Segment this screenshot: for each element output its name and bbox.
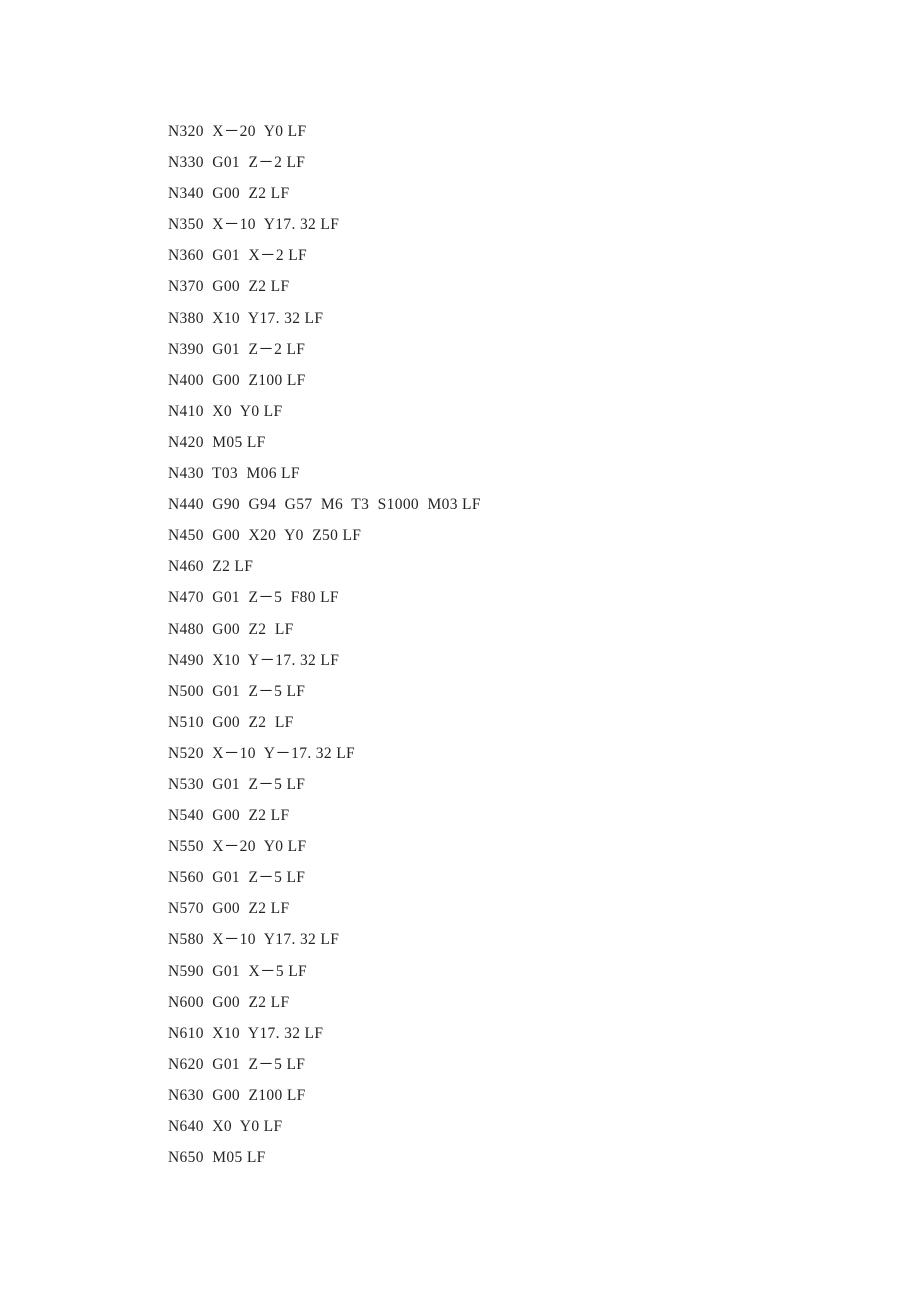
gcode-line: N380 X10 Y17. 32 LF	[168, 309, 324, 327]
gcode-line: N570 G00 Z2 LF	[168, 900, 290, 918]
gcode-line: N520 X－10 Y－17. 32 LF	[168, 744, 356, 762]
gcode-line: N490 X10 Y－17. 32 LF	[168, 651, 340, 669]
gcode-line: N340 G00 Z2 LF	[168, 185, 290, 203]
gcode-line: N330 G01 Z－2 LF	[168, 154, 306, 172]
gcode-line: N410 X0 Y0 LF	[168, 402, 283, 420]
gcode-line: N630 G00 Z100 LF	[168, 1086, 306, 1104]
gcode-line: N650 M05 LF	[168, 1149, 266, 1167]
gcode-line: N550 X－20 Y0 LF	[168, 838, 307, 856]
gcode-line: N460 Z2 LF	[168, 558, 254, 576]
gcode-line: N560 G01 Z－5 LF	[168, 869, 306, 887]
gcode-line: N580 X－10 Y17. 32 LF	[168, 931, 340, 949]
document-page: N320 X－20 Y0 LF N330 G01 Z－2 LF N340 G00 Z…	[0, 0, 920, 1302]
gcode-line: N390 G01 Z－2 LF	[168, 340, 306, 358]
gcode-line: N440 G90 G94 G57 M6 T3 S1000 M03 LF	[168, 496, 481, 514]
gcode-line: N610 X10 Y17. 32 LF	[168, 1024, 324, 1042]
gcode-line: N510 G00 Z2 LF	[168, 713, 294, 731]
gcode-line: N470 G01 Z－5 F80 LF	[168, 589, 339, 607]
gcode-line: N600 G00 Z2 LF	[168, 993, 290, 1011]
gcode-line: N620 G01 Z－5 LF	[168, 1055, 306, 1073]
gcode-line: N420 M05 LF	[168, 433, 266, 451]
gcode-line: N640 X0 Y0 LF	[168, 1118, 283, 1135]
gcode-line: N430 T03 M06 LF	[168, 465, 300, 483]
gcode-program-listing: N320 X－20 Y0 LF N330 G01 Z－2 LF N340 G00 Z…	[168, 116, 828, 1173]
gcode-line: N540 G00 Z2 LF	[168, 807, 290, 825]
gcode-line: N400 G00 Z100 LF	[168, 371, 306, 389]
gcode-line: N450 G00 X20 Y0 Z50 LF	[168, 527, 362, 545]
gcode-line: N500 G01 Z－5 LF	[168, 682, 306, 700]
gcode-line: N350 X－10 Y17. 32 LF	[168, 216, 340, 234]
gcode-line: N530 G01 Z－5 LF	[168, 775, 306, 793]
gcode-line: N360 G01 X－2 LF	[168, 247, 307, 265]
gcode-line: N320 X－20 Y0 LF	[168, 123, 307, 140]
gcode-line: N590 G01 X－5 LF	[168, 962, 307, 980]
gcode-line: N480 G00 Z2 LF	[168, 620, 294, 638]
gcode-line: N370 G00 Z2 LF	[168, 278, 290, 296]
